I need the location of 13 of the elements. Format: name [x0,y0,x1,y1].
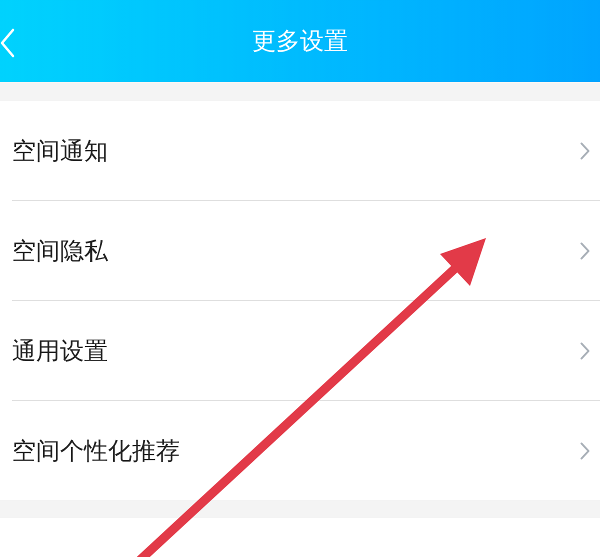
settings-label: 空间隐私 [12,236,108,266]
chevron-right-icon [580,142,590,160]
chevron-right-icon [580,342,590,360]
chevron-right-icon [580,242,590,260]
settings-row[interactable]: 空间通知 [12,101,600,200]
settings-label: 空间个性化推荐 [12,436,180,466]
page-title: 更多设置 [252,26,348,57]
settings-label: 空间通知 [12,136,108,166]
chevron-right-icon [580,442,590,460]
settings-row[interactable] [0,518,600,557]
settings-label: 通用设置 [12,336,108,366]
settings-row[interactable]: 空间个性化推荐 [12,400,600,500]
settings-row[interactable]: 通用设置 [12,300,600,400]
